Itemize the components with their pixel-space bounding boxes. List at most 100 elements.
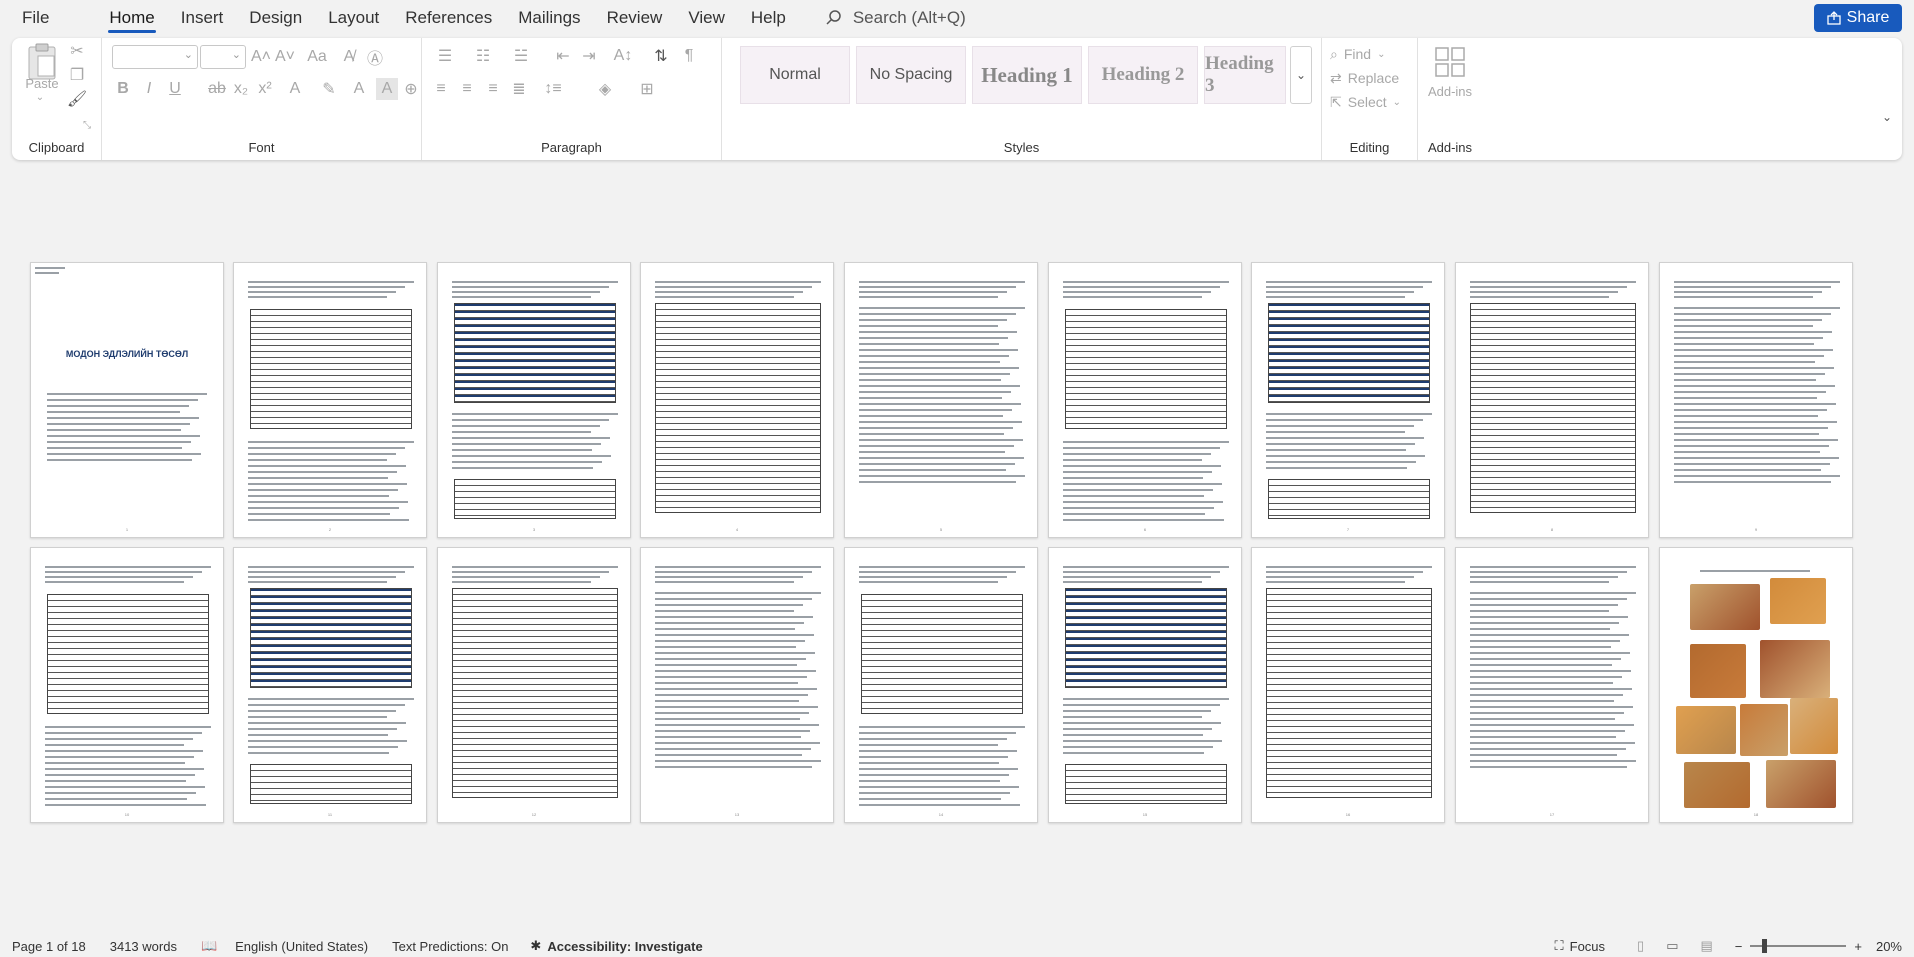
justify-icon[interactable]: ≣ bbox=[508, 78, 530, 100]
search-box[interactable]: Search (Alt+Q) bbox=[825, 8, 966, 28]
tab-view[interactable]: View bbox=[675, 0, 738, 36]
zoom-slider-thumb[interactable] bbox=[1762, 939, 1768, 953]
strikethrough-icon[interactable]: ab bbox=[206, 78, 228, 100]
replace-button[interactable]: ⇄ Replace bbox=[1330, 68, 1410, 88]
page-thumbnail[interactable]: 3 bbox=[437, 262, 631, 538]
page-thumbnail[interactable]: 2 bbox=[233, 262, 427, 538]
page-thumbnail[interactable]: 5 bbox=[844, 262, 1038, 538]
numbering-icon[interactable]: ☷ bbox=[468, 44, 498, 68]
page-thumbnail[interactable]: 7 bbox=[1251, 262, 1445, 538]
align-center-icon[interactable]: ≡ bbox=[456, 78, 478, 100]
zoom-level[interactable]: 20% bbox=[1876, 939, 1902, 954]
accessibility-status[interactable]: ✱ Accessibility: Investigate bbox=[530, 938, 702, 954]
styles-more-icon[interactable]: ⌄ bbox=[1290, 46, 1312, 104]
show-marks-icon[interactable]: ¶ bbox=[678, 44, 700, 68]
page-count[interactable]: Page 1 of 18 bbox=[12, 939, 86, 954]
collapse-ribbon-icon[interactable]: ⌄ bbox=[1878, 108, 1896, 126]
page-thumbnail[interactable]: 4 bbox=[640, 262, 834, 538]
word-count[interactable]: 3413 words bbox=[110, 939, 177, 954]
font-name-dropdown[interactable]: ⌄ bbox=[112, 45, 198, 69]
share-button[interactable]: Share bbox=[1814, 4, 1902, 32]
align-left-icon[interactable]: ≡ bbox=[430, 78, 452, 100]
page-thumbnail[interactable]: 16 bbox=[1251, 547, 1445, 823]
text-line bbox=[452, 581, 591, 583]
change-case-icon[interactable]: Aa bbox=[302, 44, 332, 70]
document-area[interactable]: 1 МОДОН ЭДЛЭЛИЙН ТӨСӨЛ 2 3 4 5 6 7 8 9 10 11 12 13 14 1… bbox=[0, 160, 1914, 935]
page-thumbnail[interactable]: 1 МОДОН ЭДЛЭЛИЙН ТӨСӨЛ bbox=[30, 262, 224, 538]
text-line bbox=[1470, 646, 1611, 648]
page-thumbnail[interactable]: 13 bbox=[640, 547, 834, 823]
text-effects-icon[interactable]: A bbox=[282, 78, 308, 100]
page-thumbnail[interactable]: 11 bbox=[233, 547, 427, 823]
grow-font-icon[interactable]: A˄ bbox=[250, 44, 272, 70]
zoom-out-icon[interactable]: − bbox=[1735, 939, 1743, 954]
tab-help[interactable]: Help bbox=[738, 0, 799, 36]
page-thumbnail[interactable]: 14 bbox=[844, 547, 1038, 823]
bold-icon[interactable]: B bbox=[112, 78, 134, 100]
tab-file[interactable]: File bbox=[0, 0, 62, 36]
font-color-icon[interactable]: A bbox=[346, 78, 372, 100]
page-thumbnail[interactable]: 12 bbox=[437, 547, 631, 823]
page-thumbnail[interactable]: 9 bbox=[1659, 262, 1853, 538]
page-thumbnail[interactable]: 10 bbox=[30, 547, 224, 823]
subscript-icon[interactable]: x₂ bbox=[230, 78, 252, 100]
decrease-indent-icon[interactable]: ⇤ bbox=[552, 44, 574, 68]
format-painter-icon[interactable]: 🖌 bbox=[66, 88, 88, 110]
print-layout-icon[interactable]: ▭ bbox=[1666, 938, 1678, 954]
focus-button[interactable]: ⛶ Focus bbox=[1555, 938, 1606, 954]
text-direction-icon[interactable]: A↕ bbox=[608, 44, 638, 68]
style-heading-2[interactable]: Heading 2 bbox=[1088, 46, 1198, 104]
multilevel-list-icon[interactable]: ☱ bbox=[506, 44, 536, 68]
addins-button[interactable]: Add-ins bbox=[1422, 82, 1478, 100]
addins-icon[interactable] bbox=[1430, 42, 1470, 82]
increase-indent-icon[interactable]: ⇥ bbox=[578, 44, 600, 68]
borders-icon[interactable]: ⊞ bbox=[632, 78, 662, 100]
bullets-icon[interactable]: ☰ bbox=[430, 44, 460, 68]
clipboard-launcher-icon[interactable]: ⤡ bbox=[80, 118, 94, 132]
highlight-icon[interactable]: ✎ bbox=[316, 78, 342, 100]
tab-layout[interactable]: Layout bbox=[315, 0, 392, 36]
text-effects-box-icon[interactable]: Ⓐ bbox=[364, 44, 386, 70]
encircle-icon[interactable]: ⊕ bbox=[400, 78, 422, 100]
page-thumbnail[interactable]: 15 bbox=[1048, 547, 1242, 823]
cut-icon[interactable]: ✂ bbox=[66, 40, 88, 62]
zoom-in-icon[interactable]: + bbox=[1854, 939, 1862, 954]
clear-formatting-icon[interactable]: A̸ bbox=[338, 44, 360, 70]
underline-icon[interactable]: U bbox=[164, 78, 186, 100]
style-normal[interactable]: Normal bbox=[740, 46, 850, 104]
superscript-icon[interactable]: x² bbox=[254, 78, 276, 100]
paste-dropdown-chevron-icon[interactable]: ⌄ bbox=[28, 90, 52, 104]
font-size-dropdown[interactable]: ⌄ bbox=[200, 45, 246, 69]
web-layout-icon[interactable]: ▤ bbox=[1700, 938, 1712, 954]
tab-references[interactable]: References bbox=[392, 0, 505, 36]
language[interactable]: English (United States) bbox=[235, 939, 368, 954]
paragraph-shading-icon[interactable]: ◈ bbox=[590, 78, 620, 100]
tab-insert[interactable]: Insert bbox=[168, 0, 237, 36]
proofing-icon[interactable]: 📖 bbox=[201, 938, 217, 954]
style-no-spacing[interactable]: No Spacing bbox=[856, 46, 966, 104]
tab-mailings[interactable]: Mailings bbox=[505, 0, 593, 36]
header-line bbox=[35, 272, 59, 274]
tab-home[interactable]: Home bbox=[96, 0, 167, 36]
read-mode-icon[interactable]: ▯ bbox=[1637, 938, 1644, 954]
page-thumbnail[interactable]: 8 bbox=[1455, 262, 1649, 538]
style-heading-3[interactable]: Heading 3 bbox=[1204, 46, 1286, 104]
shrink-font-icon[interactable]: A˅ bbox=[274, 44, 296, 70]
text-line bbox=[1266, 419, 1423, 421]
shading-icon[interactable]: A bbox=[376, 78, 398, 100]
align-right-icon[interactable]: ≡ bbox=[482, 78, 504, 100]
zoom-slider[interactable] bbox=[1750, 939, 1847, 953]
page-thumbnail[interactable]: 17 bbox=[1455, 547, 1649, 823]
text-predictions[interactable]: Text Predictions: On bbox=[392, 939, 508, 954]
tab-review[interactable]: Review bbox=[594, 0, 676, 36]
italic-icon[interactable]: I bbox=[138, 78, 160, 100]
style-heading-1[interactable]: Heading 1 bbox=[972, 46, 1082, 104]
page-thumbnail[interactable]: 18 bbox=[1659, 547, 1853, 823]
sort-icon[interactable]: ⇅ bbox=[650, 44, 672, 68]
line-spacing-icon[interactable]: ↕≡ bbox=[538, 78, 568, 100]
copy-icon[interactable]: ❐ bbox=[66, 64, 88, 86]
tab-design[interactable]: Design bbox=[236, 0, 315, 36]
find-button[interactable]: ⌕ Find ⌄ bbox=[1330, 44, 1410, 64]
page-thumbnail[interactable]: 6 bbox=[1048, 262, 1242, 538]
select-button[interactable]: ⇱ Select ⌄ bbox=[1330, 92, 1410, 112]
